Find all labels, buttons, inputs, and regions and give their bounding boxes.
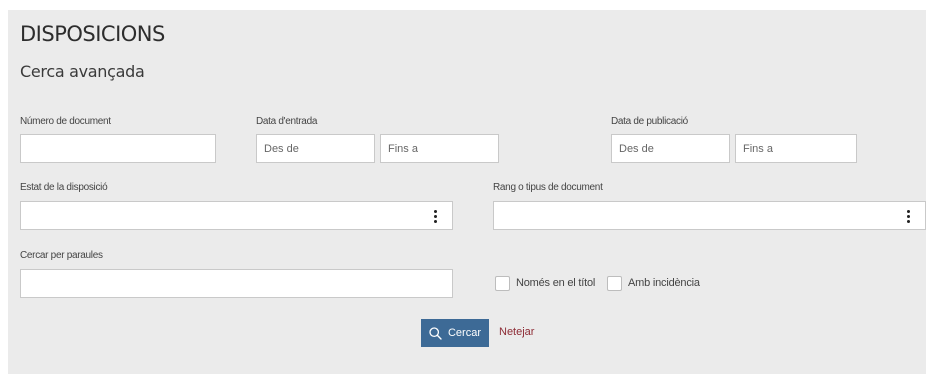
status-label: Estat de la disposició [20, 182, 108, 193]
entry-date-label: Data d'entrada [256, 116, 318, 127]
search-button[interactable]: Cercar [421, 319, 489, 347]
search-button-label: Cercar [447, 327, 481, 339]
clear-link[interactable]: Netejar [499, 326, 534, 338]
title-only-checkbox[interactable] [495, 276, 510, 291]
page-title: DISPOSICIONS [20, 22, 165, 46]
title-only-label: Només en el títol [516, 277, 596, 289]
document-number-input[interactable] [20, 134, 216, 163]
publication-date-from-input[interactable] [611, 134, 730, 163]
search-icon [429, 326, 442, 340]
rank-type-select[interactable] [493, 201, 926, 230]
document-number-label: Número de document [20, 116, 111, 127]
status-select[interactable] [20, 201, 453, 230]
keywords-input[interactable] [20, 269, 453, 298]
page-subtitle: Cerca avançada [20, 62, 145, 81]
with-incidence-checkbox[interactable] [607, 276, 622, 291]
entry-date-from-input[interactable] [256, 134, 375, 163]
keywords-label: Cercar per paraules [20, 250, 103, 261]
more-options-icon [434, 210, 438, 223]
rank-type-label: Rang o tipus de document [493, 182, 603, 193]
entry-date-to-input[interactable] [380, 134, 499, 163]
with-incidence-label: Amb incidència [628, 277, 700, 289]
more-options-icon [907, 210, 911, 223]
publication-date-to-input[interactable] [735, 134, 857, 163]
publication-date-label: Data de publicació [611, 116, 688, 127]
